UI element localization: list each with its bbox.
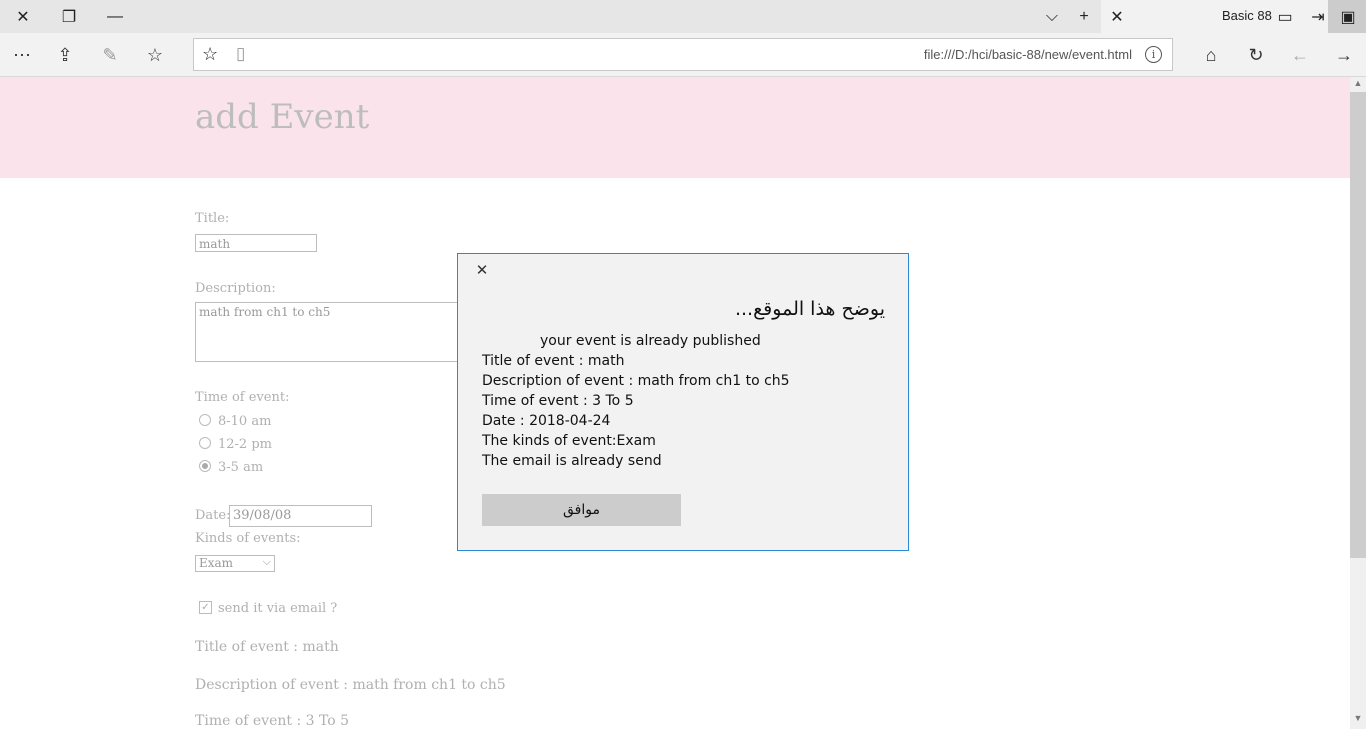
date-input[interactable]: 39/08/08 [229,505,372,527]
dialog-message-line: your event is already published [540,333,761,349]
forward-arrow-icon[interactable]: → [1322,33,1366,77]
tabs-aside-icon[interactable]: ▣ [1328,0,1366,33]
home-icon[interactable]: ⌂ [1189,33,1233,77]
dialog-message-line: Description of event : math from ch1 to … [482,373,790,389]
scrollbar-thumb[interactable] [1350,92,1366,558]
dialog-heading: يوضح هذا الموقع... [734,298,885,320]
output-description: Description of event : math from ch1 to … [195,677,506,693]
url-text[interactable]: file:///D:/hci/basic-88/new/event.html [924,47,1132,62]
share-icon[interactable]: ⇪ [43,33,87,77]
favorite-star-icon[interactable]: ☆ [202,44,218,65]
kinds-label: Kinds of events: [195,531,301,546]
close-window-icon[interactable]: ✕ [0,0,46,33]
dialog-message-line: Date : 2018-04-24 [482,413,611,429]
title-bar: ✕ ❐ — ⌵ + ✕ Basic 88 ▭ ⇥ ▣ [0,0,1366,33]
email-checkbox[interactable]: ✓ [199,601,212,614]
browser-toolbar: ⋯ ⇪ ✎ ☆ ☆ ▯ file:///D:/hci/basic-88/new/… [0,33,1366,77]
dialog-message-line: Title of event : math [482,353,625,369]
date-label: Date: [195,508,231,523]
refresh-icon[interactable]: ↻ [1234,33,1278,77]
alert-dialog: ✕ يوضح هذا الموقع... your event is alrea… [457,253,909,551]
dialog-message-line: The kinds of event:Exam [482,433,656,449]
back-arrow-icon[interactable]: ← [1278,33,1322,77]
email-label: send it via email ? [218,601,338,616]
page-title: add Event [195,97,370,137]
output-time: Time of event : 3 To 5 [195,713,350,729]
scroll-up-icon[interactable]: ▲ [1350,78,1366,92]
scroll-down-icon[interactable]: ▼ [1350,713,1366,727]
time-option-3: 3-5 am [218,460,264,475]
title-input[interactable]: math [195,234,317,252]
time-label: Time of event: [195,390,290,405]
address-bar[interactable]: ☆ ▯ file:///D:/hci/basic-88/new/event.ht… [193,38,1173,71]
page-header: add Event [0,77,1350,178]
minimize-window-icon[interactable]: — [92,0,138,33]
more-icon[interactable]: ⋯ [0,33,44,77]
close-tab-icon[interactable]: ✕ [1094,0,1140,33]
description-textarea[interactable]: math from ch1 to ch5 [195,302,465,362]
time-radio-3[interactable] [199,460,211,472]
description-label: Description: [195,281,276,296]
reading-view-icon[interactable]: ▯ [236,44,245,64]
time-radio-1[interactable] [199,414,211,426]
dialog-message-line: Time of event : 3 To 5 [482,393,634,409]
restore-window-icon[interactable]: ❐ [46,0,92,33]
dialog-close-icon[interactable]: ✕ [474,262,490,278]
ok-button[interactable]: موافق [482,494,681,526]
dialog-message-line: The email is already send [482,453,662,469]
web-note-icon[interactable]: ✎ [88,33,132,77]
time-option-2: 12-2 pm [218,437,272,452]
title-label: Title: [195,211,230,226]
kinds-select[interactable]: Exam ⌵ [195,555,275,572]
hub-icon[interactable]: ☆ [133,33,177,77]
chevron-down-icon: ⌵ [262,555,271,568]
kinds-selected: Exam [199,556,234,570]
site-info-icon[interactable]: i [1145,46,1162,63]
output-title: Title of event : math [195,639,339,655]
time-radio-2[interactable] [199,437,211,449]
time-option-1: 8-10 am [218,414,272,429]
